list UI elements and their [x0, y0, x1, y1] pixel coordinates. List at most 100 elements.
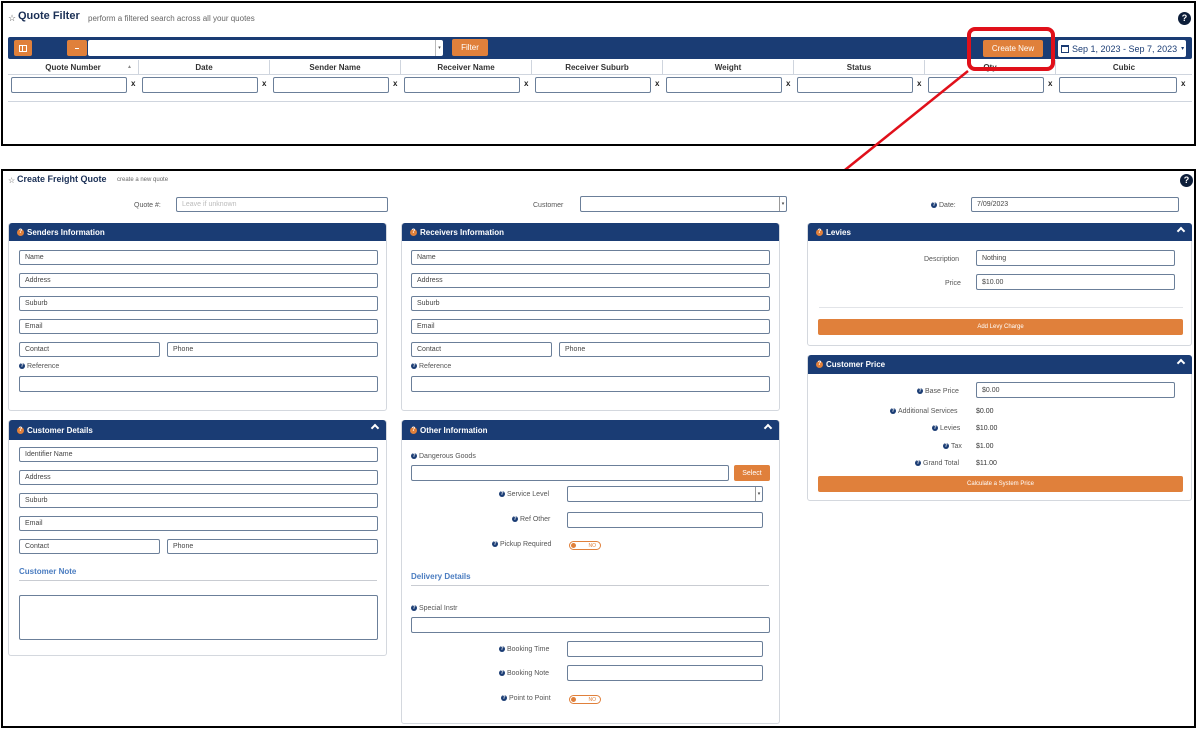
- booking-note-text: Booking Note: [507, 670, 550, 677]
- question-icon: ?: [816, 361, 823, 368]
- date-input[interactable]: 7/09/2023: [971, 197, 1179, 212]
- date-label: ? Date:: [931, 202, 956, 209]
- receiver-phone-input[interactable]: Phone: [559, 342, 770, 357]
- receiver-reference-input[interactable]: [411, 376, 770, 392]
- question-icon: ?: [17, 426, 24, 434]
- other-info-title: Other Information: [420, 425, 488, 435]
- sender-suburb-input[interactable]: Suburb: [19, 296, 378, 311]
- question-icon: ?: [943, 443, 949, 450]
- receiver-email-input[interactable]: Email: [411, 319, 770, 334]
- grand-total-text: Grand Total: [923, 460, 960, 467]
- dangerous-goods-label: ? Dangerous Goods: [411, 453, 476, 460]
- receiver-reference-label: ? Reference: [411, 363, 451, 370]
- receiver-address-input[interactable]: Address: [411, 273, 770, 288]
- customer-phone-input[interactable]: Phone: [167, 539, 378, 554]
- question-icon: ?: [17, 228, 24, 236]
- toggle-text: NO: [588, 697, 597, 703]
- divider: [19, 580, 377, 581]
- question-icon: ?: [932, 425, 938, 432]
- booking-time-input[interactable]: [567, 641, 763, 657]
- levy-description-input[interactable]: Nothing: [976, 250, 1175, 266]
- ref-other-text: Ref Other: [520, 516, 551, 523]
- receivers-header: ? Receivers Information: [402, 223, 779, 241]
- point-to-point-label: ? Point to Point: [501, 695, 551, 702]
- pickup-required-label: ? Pickup Required: [492, 541, 551, 548]
- divider: [411, 585, 769, 586]
- select-dangerous-goods-button[interactable]: Select: [734, 465, 770, 481]
- add-levy-charge-button[interactable]: Add Levy Charge: [818, 319, 1183, 335]
- sender-address-input[interactable]: Address: [19, 273, 378, 288]
- base-price-input[interactable]: $0.00: [976, 382, 1175, 398]
- toggle-knob: [571, 697, 576, 702]
- levies-total-label: ? Levies: [932, 425, 960, 432]
- customer-suburb-input[interactable]: Suburb: [19, 493, 378, 508]
- question-icon: ?: [512, 516, 518, 523]
- question-icon: ?: [501, 695, 507, 702]
- help-icon[interactable]: ?: [1180, 174, 1193, 187]
- point-to-point-text: Point to Point: [509, 695, 551, 702]
- calculate-system-price-button[interactable]: Calculate a System Price: [818, 476, 1183, 492]
- question-icon: ?: [411, 453, 417, 460]
- sender-email-input[interactable]: Email: [19, 319, 378, 334]
- booking-time-label: ? Booking Time: [499, 646, 549, 653]
- pickup-required-toggle[interactable]: NO: [569, 541, 601, 550]
- customer-email-input[interactable]: Email: [19, 516, 378, 531]
- levy-description-label: Description: [924, 256, 960, 263]
- levies-title: Levies: [826, 227, 851, 237]
- service-level-select[interactable]: ▾: [567, 486, 763, 502]
- sender-phone-input[interactable]: Phone: [167, 342, 378, 357]
- quote-number-input[interactable]: Leave if unknown: [176, 197, 388, 212]
- dangerous-goods-input[interactable]: [411, 465, 729, 481]
- question-icon: ?: [411, 605, 417, 612]
- ref-other-input[interactable]: [567, 512, 763, 528]
- booking-note-label: ? Booking Note: [499, 670, 549, 677]
- question-icon: ?: [410, 228, 417, 236]
- toggle-knob: [571, 543, 576, 548]
- customer-select[interactable]: ▾: [580, 196, 787, 212]
- chevron-up-icon[interactable]: [763, 423, 773, 433]
- select-arrow-icon: ▾: [779, 197, 786, 211]
- levy-price-label: Price: [945, 280, 961, 287]
- question-icon: ?: [19, 363, 25, 370]
- special-instr-input[interactable]: [411, 617, 770, 633]
- question-icon: ?: [915, 460, 921, 467]
- question-icon: ?: [499, 646, 505, 653]
- base-price-text: Base Price: [925, 388, 959, 395]
- customer-price-header[interactable]: ? Customer Price: [808, 355, 1192, 374]
- sender-contact-input[interactable]: Contact: [19, 342, 160, 357]
- star-icon[interactable]: ☆: [8, 176, 15, 185]
- other-info-header[interactable]: ? Other Information: [402, 420, 779, 440]
- chevron-up-icon[interactable]: [370, 423, 380, 433]
- levies-total-value: $10.00: [976, 425, 998, 432]
- sender-reference-input[interactable]: [19, 376, 378, 392]
- customer-note-heading: Customer Note: [19, 567, 77, 576]
- receiver-contact-input[interactable]: Contact: [411, 342, 552, 357]
- customer-address-input[interactable]: Address: [19, 470, 378, 485]
- form-subtitle: create a new quote: [117, 177, 169, 183]
- special-instr-text: Special Instr: [419, 605, 458, 612]
- delivery-details-heading: Delivery Details: [411, 572, 471, 581]
- customer-details-title: Customer Details: [27, 425, 93, 435]
- customer-note-textarea[interactable]: [19, 595, 378, 640]
- form-title: Create Freight Quote: [17, 174, 107, 184]
- chevron-up-icon[interactable]: [1176, 358, 1186, 368]
- levies-header[interactable]: ? Levies: [808, 223, 1192, 241]
- receiver-suburb-input[interactable]: Suburb: [411, 296, 770, 311]
- create-quote-frame: ☆ Create Freight Quote create a new quot…: [1, 169, 1196, 728]
- receivers-title: Receivers Information: [420, 227, 505, 237]
- point-to-point-toggle[interactable]: NO: [569, 695, 601, 704]
- customer-contact-input[interactable]: Contact: [19, 539, 160, 554]
- levy-price-input[interactable]: $10.00: [976, 274, 1175, 290]
- identifier-name-input[interactable]: Identifier Name: [19, 447, 378, 462]
- additional-services-value: $0.00: [976, 408, 994, 415]
- chevron-up-icon[interactable]: [1176, 226, 1186, 236]
- question-icon: ?: [492, 541, 498, 548]
- booking-note-input[interactable]: [567, 665, 763, 681]
- additional-services-text: Additional Services: [898, 408, 958, 415]
- customer-details-header[interactable]: ? Customer Details: [9, 420, 386, 440]
- senders-header: ? Senders Information: [9, 223, 386, 241]
- sender-name-input[interactable]: Name: [19, 250, 378, 265]
- question-icon: ?: [931, 202, 937, 209]
- receiver-name-input[interactable]: Name: [411, 250, 770, 265]
- question-icon: ?: [499, 491, 505, 498]
